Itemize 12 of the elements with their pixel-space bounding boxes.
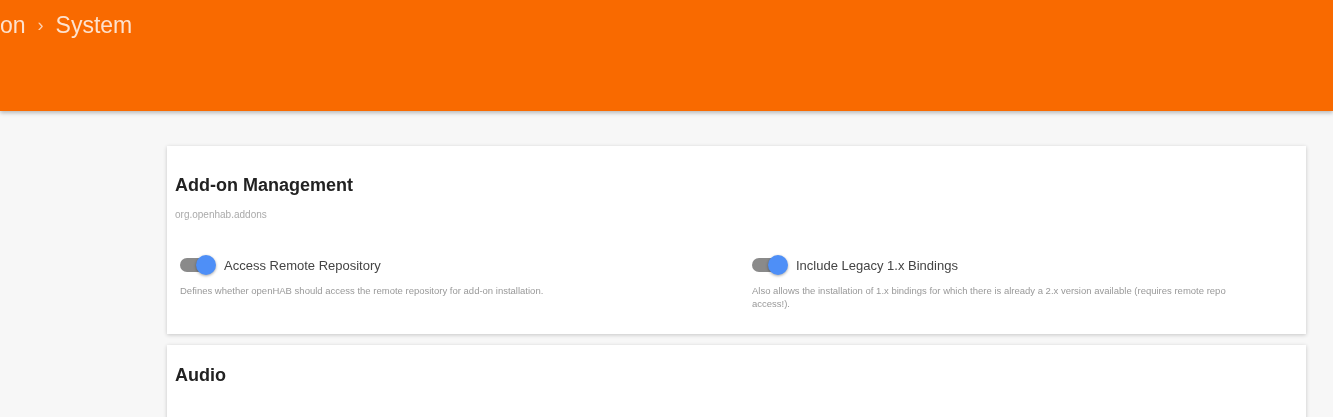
setting-description: Also allows the installation of 1.x bindings for which there is already a 2.x version available (requires remote repo access!).	[752, 284, 1227, 310]
toggle-switch[interactable]	[752, 255, 788, 275]
setting-description: Defines whether openHAB should access the remote repository for add-on installation.	[180, 284, 545, 297]
breadcrumb-item[interactable]: on	[0, 12, 26, 39]
breadcrumb-item[interactable]: System	[55, 12, 133, 39]
section-title: Add-on Management	[175, 175, 354, 196]
setting-label: Access Remote Repository	[224, 257, 381, 273]
toggle-switch[interactable]	[180, 255, 216, 275]
section-subtitle: org.openhab.addons	[175, 209, 268, 220]
section-title: Audio	[175, 365, 227, 386]
breadcrumb-separator: ›	[37, 15, 44, 36]
setting-label: Include Legacy 1.x Bindings	[796, 257, 958, 273]
